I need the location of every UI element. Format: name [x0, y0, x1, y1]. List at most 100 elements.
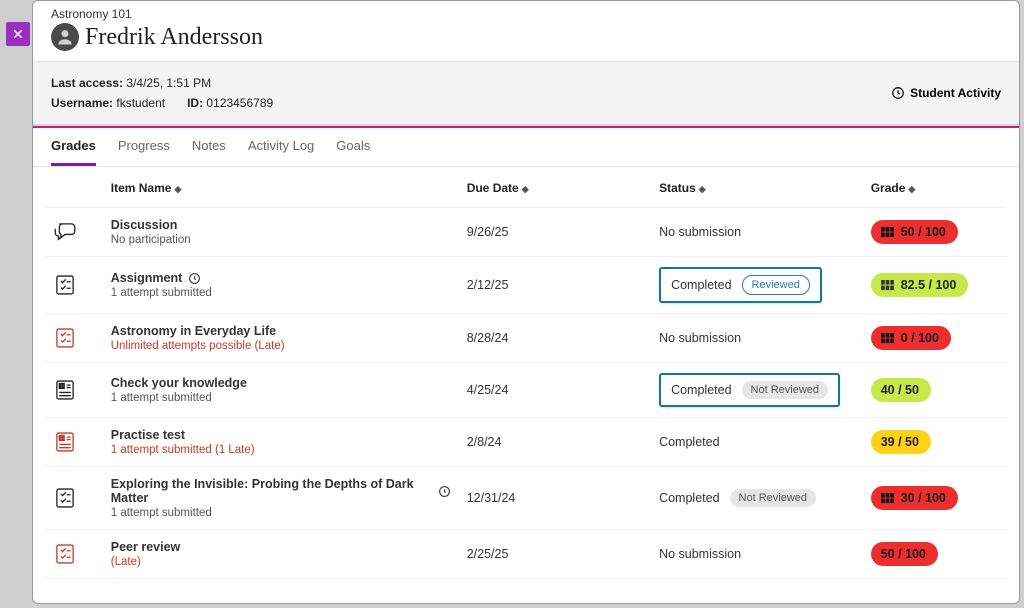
item-title: Assignment [111, 271, 451, 285]
item-subtext: 1 attempt submitted [111, 287, 451, 299]
student-id: ID: 0123456789 [187, 96, 273, 110]
status-text: Completed [671, 383, 731, 397]
status-cell: No submission [659, 547, 855, 561]
last-access-label: Last access: [51, 76, 123, 90]
item-subtext: 1 attempt submitted [111, 392, 451, 404]
due-date: 2/8/24 [459, 418, 651, 467]
table-row[interactable]: Astronomy in Everyday Life Unlimited atte… [45, 314, 1007, 363]
tab-grades[interactable]: Grades [51, 138, 96, 166]
col-status-header[interactable]: Status◆ [651, 167, 863, 208]
username: Username: fkstudent [51, 96, 165, 110]
item-subtext: 1 attempt submitted [111, 507, 451, 519]
item-subtext: 1 attempt submitted (1 Late) [111, 444, 451, 456]
grade-pill[interactable]: 40 / 50 [871, 378, 931, 402]
grade-value: 40 / 50 [881, 383, 919, 397]
item-subtext: No participation [111, 234, 451, 246]
table-row[interactable]: Assignment1 attempt submitted2/12/25Comp… [45, 257, 1007, 314]
table-row[interactable]: Exploring the Invisible: Probing the Dep… [45, 467, 1007, 530]
review-badge: Reviewed [742, 275, 810, 295]
due-date: 2/25/25 [459, 530, 651, 579]
clock-icon [188, 272, 201, 285]
due-date: 8/28/24 [459, 314, 651, 363]
tab-activity-log[interactable]: Activity Log [248, 138, 314, 166]
test-icon [51, 428, 79, 456]
status-text: No submission [659, 331, 741, 345]
clock-icon [438, 485, 451, 498]
grade-pill[interactable]: 39 / 50 [871, 430, 931, 454]
info-left: Last access: 3/4/25, 1:51 PM Username: f… [51, 76, 273, 110]
grade-pill[interactable]: 30 / 100 [871, 486, 958, 510]
col-grade-header[interactable]: Grade◆ [863, 167, 1007, 208]
review-badge: Not Reviewed [730, 489, 816, 507]
assignment-icon [51, 484, 79, 512]
status-cell: Completed Not Reviewed [659, 489, 855, 507]
info-bar: Last access: 3/4/25, 1:51 PM Username: f… [33, 61, 1019, 126]
sort-icon: ◆ [908, 184, 915, 194]
sort-icon: ◆ [174, 184, 181, 194]
last-access-value: 3/4/25, 1:51 PM [126, 76, 211, 90]
close-button[interactable] [6, 22, 30, 46]
rubric-icon [881, 280, 894, 291]
sort-icon: ◆ [522, 184, 529, 194]
due-date: 9/26/25 [459, 208, 651, 257]
grades-table: Item Name◆ Due Date◆ Status◆ Grade◆ Disc… [45, 167, 1007, 579]
table-row[interactable]: Practise test1 attempt submitted (1 Late… [45, 418, 1007, 467]
tab-bar: Grades Progress Notes Activity Log Goals [33, 126, 1019, 167]
item-subtext: (Late) [111, 556, 451, 568]
due-date: 2/12/25 [459, 257, 651, 314]
grade-value: 39 / 50 [881, 435, 919, 449]
status-text: No submission [659, 547, 741, 561]
item-title: Astronomy in Everyday Life [111, 324, 451, 338]
tab-notes[interactable]: Notes [192, 138, 226, 166]
rubric-icon [881, 333, 894, 344]
id-value: 0123456789 [206, 96, 273, 110]
item-title: Discussion [111, 218, 451, 232]
grade-value: 0 / 100 [901, 331, 939, 345]
username-value: fkstudent [116, 96, 165, 110]
close-icon [12, 28, 24, 40]
test-icon [51, 376, 79, 404]
assignment-icon [51, 271, 79, 299]
status-text: Completed [659, 435, 719, 449]
grade-value: 82.5 / 100 [901, 278, 957, 292]
id-label: ID: [187, 96, 203, 110]
tab-goals[interactable]: Goals [336, 138, 370, 166]
item-title: Check your knowledge [111, 376, 451, 390]
col-icon-header [45, 167, 103, 208]
rubric-icon [881, 227, 894, 238]
discussion-icon [51, 218, 79, 246]
panel-header: Astronomy 101 Fredrik Andersson [33, 1, 1019, 61]
sort-icon: ◆ [699, 184, 706, 194]
student-line: Fredrik Andersson [51, 23, 1001, 51]
status-text: No submission [659, 225, 741, 239]
grade-pill[interactable]: 0 / 100 [871, 326, 951, 350]
course-name: Astronomy 101 [51, 7, 1001, 21]
item-title: Exploring the Invisible: Probing the Dep… [111, 477, 451, 505]
student-activity-link[interactable]: Student Activity [891, 86, 1001, 100]
due-date: 4/25/24 [459, 363, 651, 418]
review-badge: Not Reviewed [742, 381, 828, 399]
status-text: Completed [659, 491, 719, 505]
table-row[interactable]: Discussion No participation 9/26/25 No subm… [45, 208, 1007, 257]
activity-clock-icon [891, 86, 905, 100]
item-subtext: Unlimited attempts possible (Late) [111, 340, 451, 352]
grade-pill[interactable]: 82.5 / 100 [871, 273, 969, 297]
item-title: Peer review [111, 540, 451, 554]
status-text: Completed [671, 278, 731, 292]
student-name: Fredrik Andersson [85, 24, 263, 51]
table-row[interactable]: Peer review (Late) 2/25/25 No submission 50 … [45, 530, 1007, 579]
grade-pill[interactable]: 50 / 100 [871, 542, 938, 566]
due-date: 12/31/24 [459, 467, 651, 530]
username-label: Username: [51, 96, 113, 110]
assignment-icon [51, 324, 79, 352]
grade-value: 50 / 100 [901, 225, 946, 239]
grade-value: 50 / 100 [881, 547, 926, 561]
tab-progress[interactable]: Progress [118, 138, 170, 166]
grades-tbody: Discussion No participation 9/26/25 No subm… [45, 208, 1007, 579]
rubric-icon [881, 493, 894, 504]
status-cell: Completed Reviewed [659, 267, 822, 303]
col-due-header[interactable]: Due Date◆ [459, 167, 651, 208]
grade-pill[interactable]: 50 / 100 [871, 220, 958, 244]
col-item-header[interactable]: Item Name◆ [103, 167, 459, 208]
table-row[interactable]: Check your knowledge 1 attempt submitted 4… [45, 363, 1007, 418]
